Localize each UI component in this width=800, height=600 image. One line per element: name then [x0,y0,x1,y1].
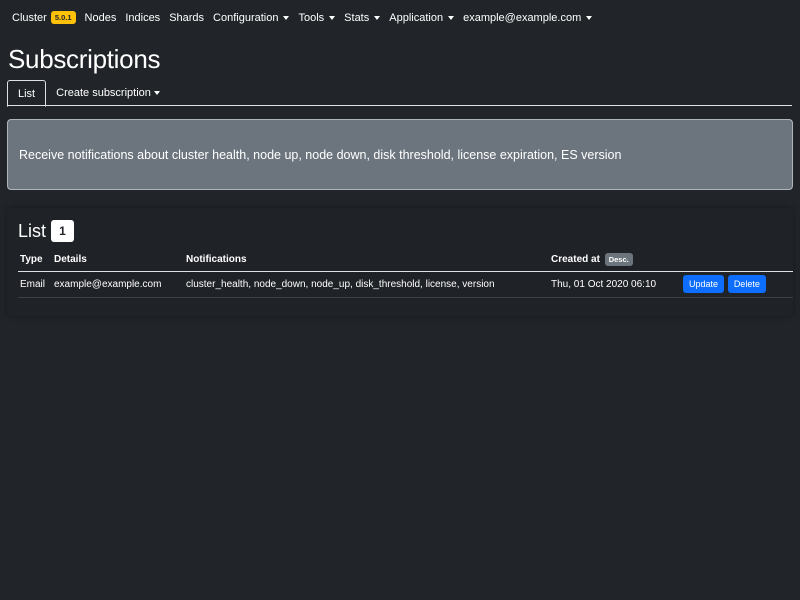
column-header-created-at[interactable]: Created at Desc. [549,249,681,272]
nav-cluster[interactable]: Cluster 5.0.1 [12,11,76,24]
nav-cluster-label: Cluster [12,11,47,24]
nav-configuration-label: Configuration [213,11,279,24]
nav-shards[interactable]: Shards [169,12,204,24]
tab-create-subscription-dropdown[interactable]: Create subscription [46,80,170,106]
table-row: Email example@example.com cluster_health… [18,271,793,298]
delete-button[interactable]: Delete [727,275,766,293]
column-header-actions [681,249,793,272]
cell-details: example@example.com [52,271,184,298]
column-header-created-at-label: Created at [551,254,600,266]
column-header-type: Type [18,249,52,272]
nav-user-dropdown[interactable]: example@example.com [463,11,593,24]
column-header-notifications: Notifications [184,249,549,272]
top-navbar: Cluster 5.0.1 Nodes Indices Shards Confi… [0,0,800,35]
cell-created-at: Thu, 01 Oct 2020 06:10 [549,271,681,298]
caret-down-icon [448,16,455,20]
info-alert-text: Receive notifications about cluster heal… [19,147,622,162]
nav-shards-label: Shards [169,11,205,24]
table-header-row: Type Details Notifications Created at De… [18,249,793,272]
nav-indices[interactable]: Indices [125,12,160,24]
subscriptions-list-card: List 1 Type Details Notifications Create… [7,208,793,316]
caret-down-icon [329,16,336,20]
nav-tools-dropdown[interactable]: Tools [298,11,336,24]
tab-list-label: List [18,87,36,100]
caret-down-icon [374,16,381,20]
page-title: Subscriptions [8,44,161,74]
caret-down-icon [586,16,593,20]
nav-nodes-label: Nodes [84,11,117,24]
update-button[interactable]: Update [683,275,725,293]
list-heading-label: List [18,220,47,241]
tab-create-label: Create subscription [56,87,151,99]
nav-configuration-dropdown[interactable]: Configuration [213,11,290,24]
nav-user-label: example@example.com [463,11,582,24]
tab-list[interactable]: List [7,80,47,107]
sort-desc-badge[interactable]: Desc. [604,253,633,267]
version-badge: 5.0.1 [50,11,76,24]
count-badge: 1 [51,220,75,242]
subscription-tabs: List Create subscription [7,80,792,107]
nav-indices-label: Indices [125,11,161,24]
caret-down-icon [153,91,160,95]
cell-notifications: cluster_health, node_down, node_up, disk… [184,271,549,298]
nav-application-label: Application [389,11,444,24]
subscriptions-table: Type Details Notifications Created at De… [18,249,793,298]
nav-application-dropdown[interactable]: Application [389,11,455,24]
nav-nodes[interactable]: Nodes [85,12,117,24]
cell-actions: Update Delete [681,271,793,298]
info-alert: Receive notifications about cluster heal… [7,119,793,190]
column-header-details: Details [52,249,184,272]
nav-stats-label: Stats [344,11,370,24]
list-heading: List 1 [18,220,75,242]
nav-tools-label: Tools [298,11,325,24]
nav-stats-dropdown[interactable]: Stats [344,11,381,24]
caret-down-icon [283,16,290,20]
cell-type: Email [18,271,52,298]
